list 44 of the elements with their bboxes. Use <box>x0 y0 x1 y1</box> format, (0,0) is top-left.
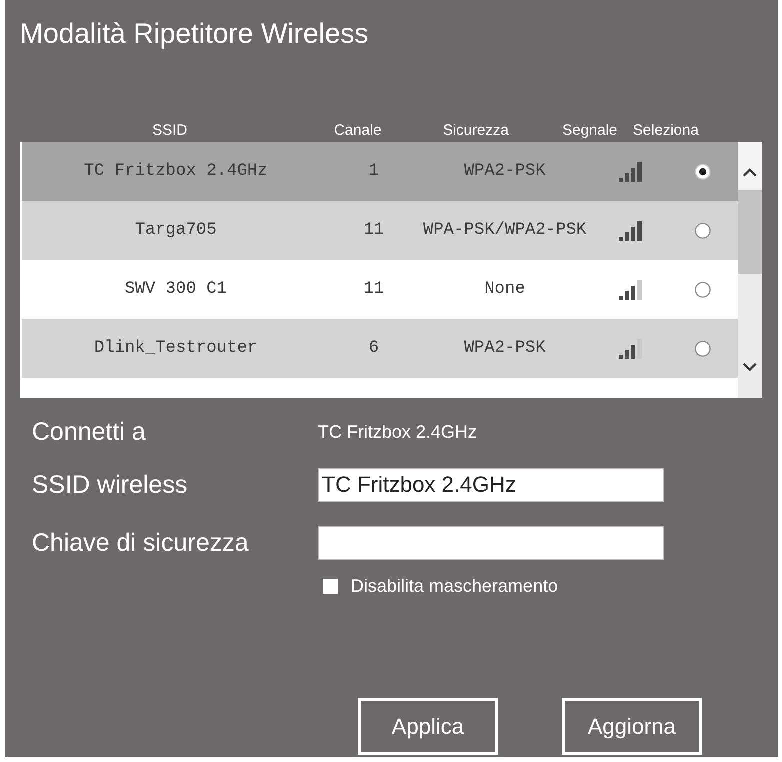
channel-cell-text: 11 <box>364 278 384 301</box>
signal-bars-icon <box>618 280 642 300</box>
ssid-cell-text: Targa705 <box>135 220 217 242</box>
security-key-input[interactable] <box>318 526 664 560</box>
column-header: Canale <box>334 122 382 140</box>
field-label: SSID wireless <box>32 471 188 499</box>
channel-cell-text: 1 <box>368 160 380 183</box>
scrollbar-track[interactable] <box>738 142 762 398</box>
checkbox[interactable] <box>323 578 338 594</box>
ssid-cell-text: SWV 300 C1 <box>124 278 228 301</box>
security-cell-text: WPA2-PSK <box>464 160 546 183</box>
field-label: Chiave di sicurezza <box>32 529 249 557</box>
column-header: Seleziona <box>633 122 699 140</box>
radio-button[interactable] <box>695 282 711 298</box>
network-row[interactable]: Targa705 11 WPA-PSK/WPA2-PSK <box>22 201 738 260</box>
column-header: Sicurezza <box>443 122 509 140</box>
connected-network-text: TC Fritzbox 2.4GHz <box>318 421 478 443</box>
field-label: Connetti a <box>32 418 146 446</box>
security-cell-text: None <box>484 278 526 301</box>
signal-bars-icon <box>618 220 642 240</box>
signal-bars-icon <box>618 162 642 182</box>
scrollbar-thumb[interactable] <box>738 190 762 274</box>
radio-button[interactable] <box>695 164 711 180</box>
radio-button[interactable] <box>695 222 711 238</box>
dialog-title: Modalità Ripetitore Wireless <box>20 17 369 51</box>
chevron-up-icon <box>743 168 757 176</box>
channel-cell-text: 6 <box>368 338 380 360</box>
security-cell-text: WPA-PSK/WPA2-PSK <box>423 220 587 242</box>
network-row[interactable]: TC Fritzbox 2.4GHz 1 WPA2-PSK <box>22 142 738 201</box>
ssid-cell-text: Dlink_Testrouter <box>94 338 258 360</box>
scroll-up-button[interactable] <box>738 142 762 190</box>
network-row[interactable]: Dlink_Testrouter 6 WPA2-PSK <box>22 319 738 378</box>
channel-cell-text: 11 <box>364 220 384 242</box>
ssid-input[interactable]: TC Fritzbox 2.4GHz <box>318 468 664 502</box>
refresh-button[interactable]: Aggiorna <box>562 698 702 755</box>
column-header: Segnale <box>562 122 618 140</box>
radio-button[interactable] <box>695 340 711 356</box>
apply-button[interactable]: Applica <box>358 698 498 755</box>
column-header: SSID <box>152 122 188 140</box>
signal-bars-icon <box>618 338 642 358</box>
checkbox-label: Disabilita mascheramento <box>351 576 558 596</box>
security-cell-text: WPA2-PSK <box>464 338 546 360</box>
chevron-down-icon <box>743 362 757 372</box>
ssid-cell-text: TC Fritzbox 2.4GHz <box>84 160 268 183</box>
